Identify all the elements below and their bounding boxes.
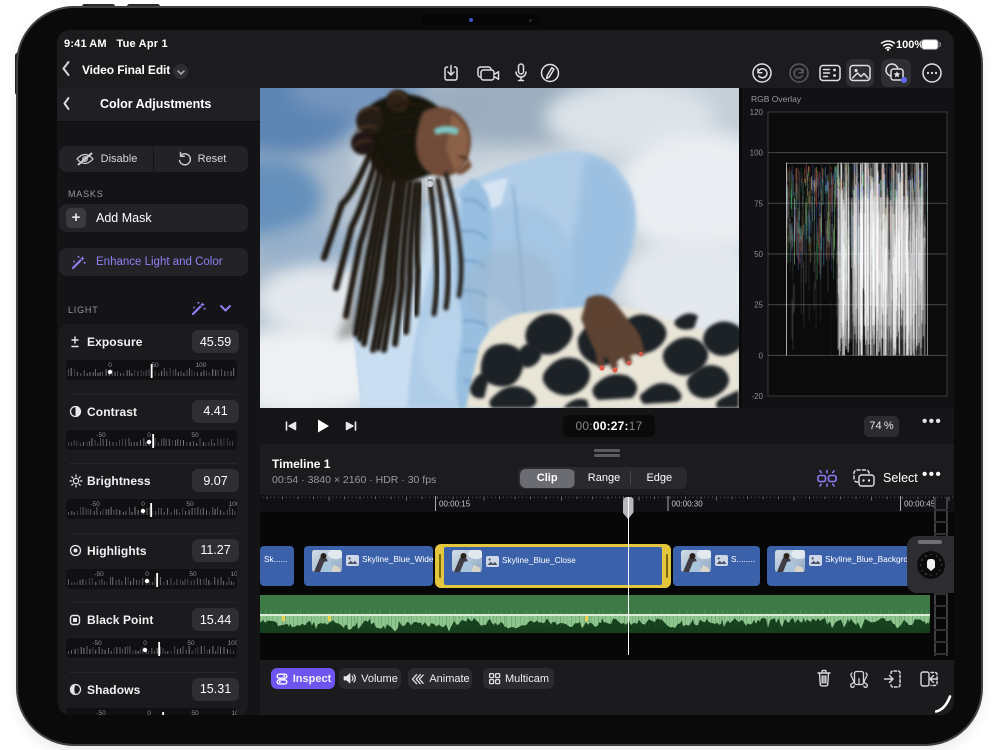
svg-text:0: 0 — [147, 710, 151, 716]
svg-text:0: 0 — [145, 571, 149, 578]
svg-text:50: 50 — [189, 571, 197, 578]
svg-text:50: 50 — [186, 501, 194, 508]
svg-text:100: 100 — [231, 571, 237, 578]
svg-text:120: 120 — [750, 108, 764, 117]
svg-text:-50: -50 — [94, 571, 104, 578]
svg-text:RGB Overlay: RGB Overlay — [751, 94, 802, 104]
svg-text:100: 100 — [229, 501, 237, 508]
svg-text:0: 0 — [147, 432, 151, 439]
svg-text:0: 0 — [143, 640, 147, 647]
svg-text:50: 50 — [191, 710, 199, 716]
svg-text:75: 75 — [754, 199, 763, 208]
svg-text:-20: -20 — [751, 392, 763, 401]
svg-text:-50: -50 — [90, 501, 100, 508]
svg-text:0: 0 — [759, 351, 764, 360]
svg-text:100: 100 — [196, 362, 207, 369]
svg-text:00:00:45: 00:00:45 — [904, 500, 936, 509]
svg-text:100: 100 — [750, 149, 764, 158]
svg-text:25: 25 — [754, 301, 763, 310]
svg-text:-50: -50 — [92, 640, 102, 647]
svg-text:0: 0 — [108, 362, 112, 369]
svg-text:100: 100 — [232, 710, 237, 716]
svg-text:50: 50 — [187, 640, 195, 647]
svg-text:100: 100 — [228, 640, 237, 647]
svg-text:50: 50 — [191, 432, 199, 439]
svg-text:0: 0 — [141, 501, 145, 508]
svg-text:-50: -50 — [96, 432, 106, 439]
svg-text:50: 50 — [754, 250, 763, 259]
svg-text:-50: -50 — [96, 710, 106, 716]
svg-text:00:00:30: 00:00:30 — [672, 500, 704, 509]
svg-text:00:00:15: 00:00:15 — [439, 500, 471, 509]
